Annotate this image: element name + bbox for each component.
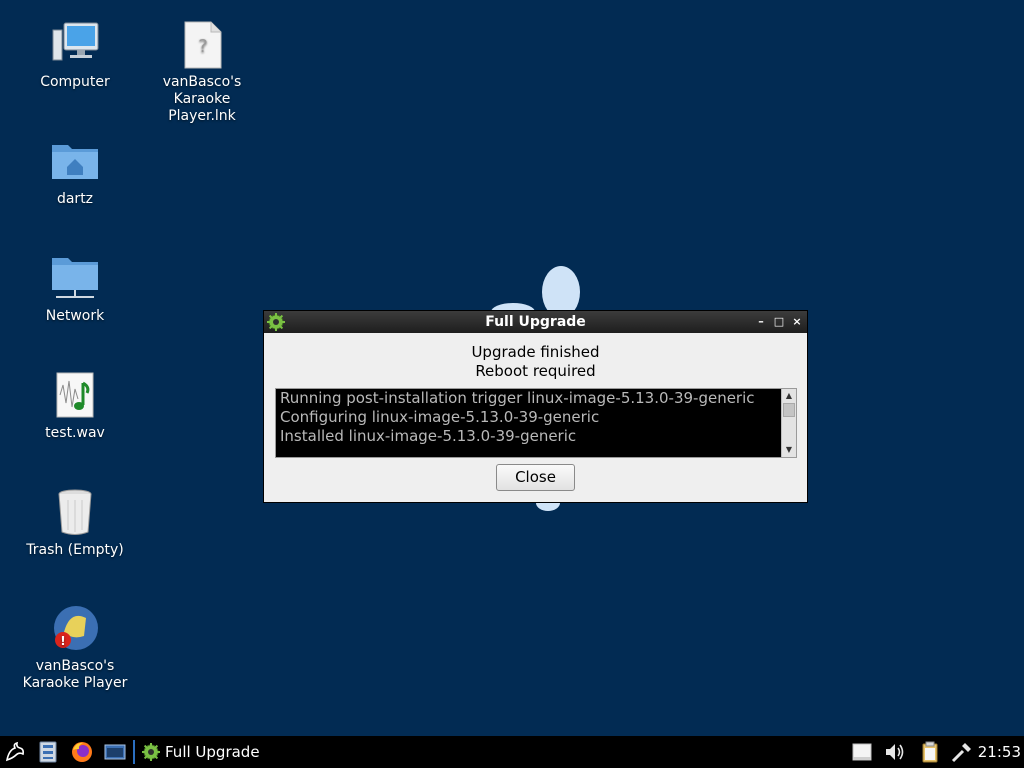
audio-file-icon <box>56 372 94 418</box>
network-folder-icon <box>52 258 98 298</box>
maximize-button[interactable]: □ <box>773 316 785 328</box>
dialog-titlebar[interactable]: Full Upgrade – □ × <box>264 311 807 333</box>
desktop-icon-karaoke-player[interactable]: ! vanBasco's Karaoke Player <box>15 604 135 692</box>
desktop-icon-label: vanBasco's Karaoke Player.lnk <box>162 74 242 124</box>
svg-text:!: ! <box>60 634 65 648</box>
desktop-icon-label: Network <box>45 308 105 324</box>
log-text: Running post-installation trigger linux-… <box>276 389 781 457</box>
svg-text:?: ? <box>198 36 208 57</box>
desktop-icon-label: test.wav <box>45 425 105 441</box>
scrollbar-thumb[interactable] <box>783 403 795 417</box>
home-folder-icon <box>52 145 98 179</box>
taskbar-separator <box>133 740 135 764</box>
minimize-button[interactable]: – <box>755 316 767 328</box>
desktop-icon-label: Trash (Empty) <box>26 542 124 558</box>
gear-icon <box>267 313 285 331</box>
dialog-title: Full Upgrade <box>485 314 586 330</box>
log-output[interactable]: Running post-installation trigger linux-… <box>275 388 797 458</box>
log-line: Installed linux-image-5.13.0-39-generic <box>280 427 577 445</box>
clipboard-icon[interactable] <box>918 740 942 764</box>
close-button[interactable]: Close <box>496 464 575 491</box>
log-scrollbar[interactable]: ▲ ▼ <box>781 389 796 457</box>
volume-icon[interactable] <box>883 740 907 764</box>
trash-icon <box>58 489 92 535</box>
taskbar-task-full-upgrade[interactable]: Full Upgrade <box>138 738 268 766</box>
desktop-icon-label: dartz <box>56 191 94 207</box>
full-upgrade-dialog: Full Upgrade – □ × Upgrade finished Rebo… <box>263 310 808 503</box>
desktop-icon-network[interactable]: Network <box>15 254 135 325</box>
desktop-icon-label: vanBasco's Karaoke Player <box>22 658 128 691</box>
network-icon[interactable] <box>950 740 974 764</box>
gear-icon <box>142 743 160 761</box>
desktop-icon-trash[interactable]: Trash (Empty) <box>15 488 135 559</box>
computer-icon <box>52 22 99 61</box>
status-line-finished: Upgrade finished <box>471 343 600 361</box>
log-line: Configuring linux-image-5.13.0-39-generi… <box>280 408 600 426</box>
scroll-down-icon[interactable]: ▼ <box>782 443 796 457</box>
terminal-icon[interactable] <box>103 740 127 764</box>
start-menu-icon[interactable] <box>3 740 27 764</box>
desktop-icon-dartz[interactable]: dartz <box>15 137 135 208</box>
desktop-icon-label: Computer <box>40 74 110 90</box>
scroll-up-icon[interactable]: ▲ <box>782 389 796 403</box>
shortcut-file-icon: ? <box>184 21 222 69</box>
status-line-reboot: Reboot required <box>475 362 596 380</box>
close-window-button[interactable]: × <box>791 316 803 328</box>
desktop-icon-karaoke-lnk[interactable]: ? vanBasco's Karaoke Player.lnk <box>142 20 262 125</box>
file-manager-icon[interactable] <box>36 740 60 764</box>
karaoke-player-icon: ! <box>54 606 98 650</box>
firefox-icon[interactable] <box>70 740 94 764</box>
desktop-icon-test-wav[interactable]: test.wav <box>15 371 135 442</box>
clock[interactable]: 21:53 <box>978 736 1021 768</box>
taskbar: Full Upgrade 21:53 <box>0 736 1024 768</box>
task-title: Full Upgrade <box>165 743 260 761</box>
log-line: Running post-installation trigger linux-… <box>280 389 755 407</box>
desktop-icon-computer[interactable]: Computer <box>15 20 135 91</box>
notes-icon[interactable] <box>850 740 874 764</box>
